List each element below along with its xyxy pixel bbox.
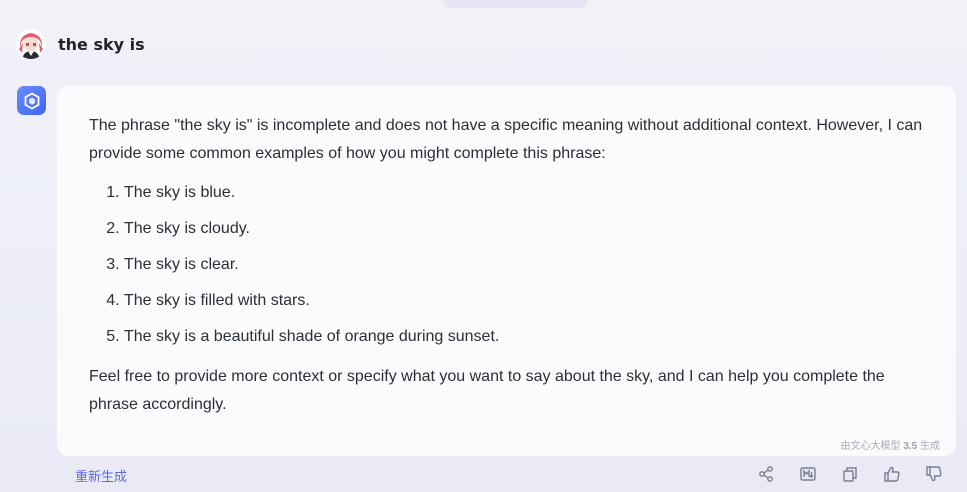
list-item: The sky is filled with stars. (124, 291, 924, 311)
generated-by-prefix: 由文心大模型 (840, 441, 901, 452)
thumbs-up-icon[interactable] (881, 463, 903, 485)
response-card: The phrase "the sky is" is incomplete an… (57, 86, 956, 456)
top-scroll-pill (443, 0, 588, 8)
response-list: The sky is blue. The sky is cloudy. The … (89, 183, 924, 347)
list-item: The sky is cloudy. (124, 219, 924, 239)
response-actions (755, 463, 945, 485)
user-message-text: the sky is (58, 34, 145, 54)
generated-by-suffix: 生成 (920, 441, 940, 452)
thumbs-down-icon[interactable] (923, 463, 945, 485)
list-item: The sky is a beautiful shade of orange d… (124, 327, 924, 347)
response-intro: The phrase "the sky is" is incomplete an… (89, 117, 923, 162)
user-message-row: the sky is (16, 28, 145, 60)
user-avatar (16, 29, 46, 59)
regenerate-button[interactable]: 重新生成 (75, 466, 127, 485)
copy-icon[interactable] (839, 463, 861, 485)
generated-by-note: 由文心大模型 3.5 生成 (841, 437, 940, 452)
markdown-icon[interactable] (797, 463, 819, 485)
model-version: 3.5 (903, 441, 918, 452)
share-icon[interactable] (755, 463, 777, 485)
list-item: The sky is blue. (124, 183, 924, 203)
response-outro: Feel free to provide more context or spe… (89, 368, 885, 413)
list-item: The sky is clear. (124, 255, 924, 275)
ernie-logo-icon (17, 86, 46, 115)
